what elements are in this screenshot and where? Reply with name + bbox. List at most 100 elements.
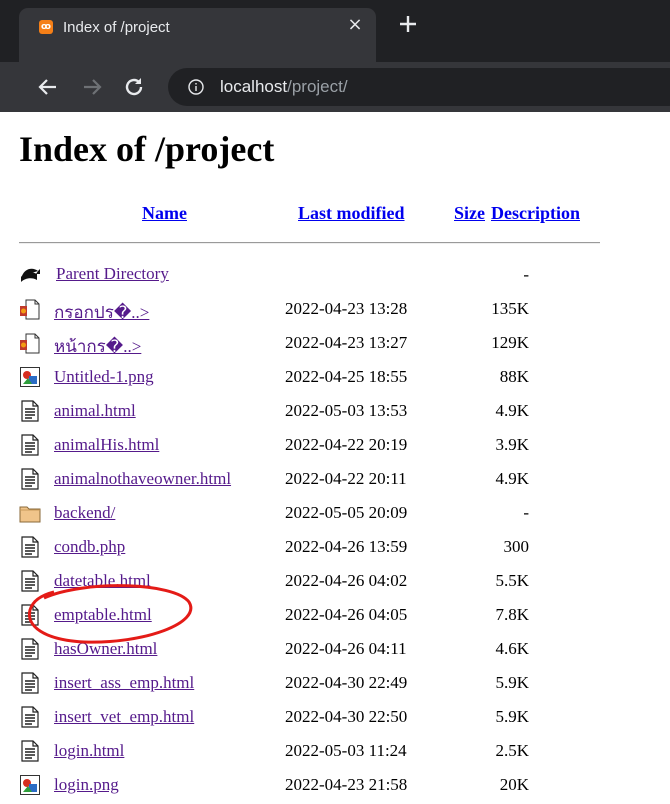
- file-link[interactable]: condb.php: [54, 537, 125, 557]
- file-size: 2.5K: [495, 741, 529, 760]
- file-size: 20K: [499, 775, 529, 794]
- file-modified-date: 2022-04-26 04:05: [285, 605, 408, 624]
- file-link[interactable]: backend/: [54, 503, 115, 523]
- file-link[interactable]: insert_ass_emp.html: [54, 673, 194, 693]
- file-size: -: [523, 265, 529, 284]
- table-row: หน้ากร�..> 2022-04-23 13:27 129K: [19, 328, 619, 362]
- text-file-icon[interactable]: [19, 570, 41, 592]
- info-icon[interactable]: [188, 79, 204, 95]
- url-host: localhost: [220, 77, 288, 96]
- back-icon[interactable]: [19, 264, 41, 286]
- tab-strip: ꝏ Index of /project ×: [0, 0, 670, 62]
- text-file-icon[interactable]: [19, 740, 41, 762]
- image-icon[interactable]: [19, 366, 41, 388]
- file-modified-date: 2022-04-26 13:59: [285, 537, 408, 556]
- file-size: 135K: [491, 299, 529, 318]
- file-link[interactable]: Untitled-1.png: [54, 367, 154, 387]
- text-file-icon[interactable]: [19, 604, 41, 626]
- text-file-icon[interactable]: [19, 638, 41, 660]
- file-size: -: [523, 503, 529, 522]
- text-file-icon[interactable]: [19, 536, 41, 558]
- file-size: 5.5K: [495, 571, 529, 590]
- table-row: login.html 2022-05-03 11:24 2.5K: [19, 736, 619, 770]
- file-size: 4.9K: [495, 469, 529, 488]
- tab-close-button[interactable]: ×: [345, 15, 365, 35]
- table-row: backend/2022-05-05 20:09 -: [19, 498, 619, 532]
- file-size: 7.8K: [495, 605, 529, 624]
- table-row: กรอกปร�..> 2022-04-23 13:28 135K: [19, 294, 619, 328]
- file-list: Parent Directory - กรอกปร�..> 2022-04-23 13…: [19, 260, 619, 804]
- file-link[interactable]: login.html: [54, 741, 124, 761]
- page-content: Index of /project Name Last modified Siz…: [0, 112, 670, 795]
- file-modified-date: 2022-05-03 13:53: [285, 401, 408, 420]
- file-size: 88K: [499, 367, 529, 386]
- forward-arrow-icon[interactable]: [80, 75, 104, 99]
- file-size: 4.6K: [495, 639, 529, 658]
- file-link[interactable]: hasOwner.html: [54, 639, 157, 659]
- file-size: 5.9K: [495, 673, 529, 692]
- table-row: hasOwner.html 2022-04-26 04:11 4.6K: [19, 634, 619, 668]
- file-modified-date: 2022-05-05 20:09: [285, 503, 408, 522]
- tab-title: Index of /project: [63, 19, 170, 36]
- parent-directory-link[interactable]: Parent Directory: [56, 264, 169, 284]
- file-modified-date: 2022-04-23 21:58: [285, 775, 408, 794]
- table-row: login.png 2022-04-23 21:58 20K: [19, 770, 619, 804]
- table-row: animal.html 2022-05-03 13:53 4.9K: [19, 396, 619, 430]
- back-arrow-icon[interactable]: [36, 75, 60, 99]
- table-row: animalHis.html 2022-04-22 20:19 3.9K: [19, 430, 619, 464]
- new-tab-button[interactable]: [396, 12, 420, 36]
- text-file-icon[interactable]: [19, 434, 41, 456]
- file-link[interactable]: หน้ากร�..>: [54, 333, 141, 360]
- table-row: emptable.html 2022-04-26 04:05 7.8K: [19, 600, 619, 634]
- text-file-icon[interactable]: [19, 672, 41, 694]
- table-row: datetable.html 2022-04-26 04:02 5.5K: [19, 566, 619, 600]
- file-size: 3.9K: [495, 435, 529, 454]
- file-modified-date: 2022-04-22 20:19: [285, 435, 408, 454]
- reload-icon[interactable]: [122, 75, 146, 99]
- browser-tab[interactable]: ꝏ Index of /project ×: [19, 8, 376, 62]
- browser-toolbar: localhost/project/: [0, 62, 670, 112]
- file-size: 4.9K: [495, 401, 529, 420]
- file-link[interactable]: insert_vet_emp.html: [54, 707, 194, 727]
- header-divider: [19, 242, 600, 244]
- file-modified-date: 2022-04-22 20:11: [285, 469, 407, 488]
- table-row: Untitled-1.png 2022-04-25 18:55 88K: [19, 362, 619, 396]
- file-link[interactable]: login.png: [54, 775, 119, 795]
- file-modified-date: 2022-04-30 22:50: [285, 707, 408, 726]
- table-row: insert_vet_emp.html 2022-04-30 22:50 5.9K: [19, 702, 619, 736]
- sort-by-name-link[interactable]: Name: [142, 203, 187, 224]
- media-icon[interactable]: [19, 332, 41, 354]
- address-bar[interactable]: localhost/project/: [168, 68, 670, 106]
- sort-by-size-link[interactable]: Size: [454, 203, 485, 224]
- file-link[interactable]: datetable.html: [54, 571, 151, 591]
- file-modified-date: 2022-04-23 13:27: [285, 333, 408, 352]
- image-icon[interactable]: [19, 774, 41, 796]
- file-modified-date: 2022-05-03 11:24: [285, 741, 407, 760]
- xampp-favicon-icon: ꝏ: [39, 20, 53, 34]
- file-size: 5.9K: [495, 707, 529, 726]
- text-file-icon[interactable]: [19, 468, 41, 490]
- table-row: condb.php 2022-04-26 13:59 300: [19, 532, 619, 566]
- page-title: Index of /project: [19, 129, 275, 169]
- sort-by-description-link[interactable]: Description: [491, 203, 580, 224]
- folder-icon[interactable]: [19, 502, 41, 524]
- file-modified-date: 2022-04-26 04:11: [285, 639, 407, 658]
- file-modified-date: 2022-04-23 13:28: [285, 299, 408, 318]
- file-size: 300: [503, 537, 530, 556]
- url-path: /project/: [287, 77, 348, 96]
- text-file-icon[interactable]: [19, 400, 41, 422]
- file-modified-date: 2022-04-25 18:55: [285, 367, 408, 386]
- table-row: insert_ass_emp.html 2022-04-30 22:49 5.9K: [19, 668, 619, 702]
- file-link[interactable]: animalHis.html: [54, 435, 159, 455]
- file-link[interactable]: กรอกปร�..>: [54, 299, 149, 326]
- sort-by-last-modified-link[interactable]: Last modified: [298, 203, 405, 224]
- file-link[interactable]: animalnothaveowner.html: [54, 469, 231, 489]
- file-link[interactable]: emptable.html: [54, 605, 152, 625]
- file-modified-date: 2022-04-26 04:02: [285, 571, 408, 590]
- url-text[interactable]: localhost/project/: [220, 77, 348, 97]
- file-modified-date: 2022-04-30 22:49: [285, 673, 408, 692]
- table-row: animalnothaveowner.html 2022-04-22 20:11 4…: [19, 464, 619, 498]
- file-link[interactable]: animal.html: [54, 401, 136, 421]
- media-icon[interactable]: [19, 298, 41, 320]
- text-file-icon[interactable]: [19, 706, 41, 728]
